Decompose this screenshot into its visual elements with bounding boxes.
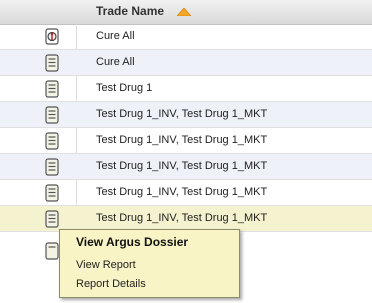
table-row[interactable]: Test Drug 1_INV, Test Drug 1_MKT	[0, 102, 372, 128]
document-icon[interactable]	[44, 80, 60, 98]
document-icon[interactable]	[44, 132, 60, 150]
table-row[interactable]: Test Drug 1	[0, 76, 372, 102]
document-icon[interactable]	[44, 106, 60, 124]
trade-name-cell: Test Drug 1_INV, Test Drug 1_MKT	[96, 212, 268, 224]
trade-name-cell: Test Drug 1_INV, Test Drug 1_MKT	[96, 134, 268, 146]
trade-name-cell: Test Drug 1_INV, Test Drug 1_MKT	[96, 160, 268, 172]
grid-header: Trade Name	[0, 0, 372, 25]
trade-name-cell: Cure All	[96, 56, 135, 68]
sort-ascending-icon[interactable]	[177, 8, 191, 16]
document-icon[interactable]	[44, 184, 60, 202]
trade-name-cell: Test Drug 1_INV, Test Drug 1_MKT	[96, 186, 268, 198]
table-row[interactable]: Cure All	[0, 24, 372, 50]
document-icon[interactable]	[44, 54, 60, 72]
table-row[interactable]: Test Drug 1_INV, Test Drug 1_MKT	[0, 154, 372, 180]
document-icon[interactable]	[44, 158, 60, 176]
menu-item-report-details[interactable]: Report Details	[76, 278, 146, 290]
menu-item-view-argus-dossier[interactable]: View Argus Dossier	[76, 235, 188, 249]
trade-name-column-header[interactable]: Trade Name	[96, 4, 164, 18]
menu-item-view-report[interactable]: View Report	[76, 259, 136, 271]
table-row[interactable]: Test Drug 1_INV, Test Drug 1_MKT	[0, 128, 372, 154]
document-icon	[45, 242, 59, 260]
context-menu: View Argus Dossier View Report Report De…	[59, 229, 240, 298]
trade-name-cell: Test Drug 1	[96, 82, 153, 94]
table-row[interactable]: Test Drug 1_INV, Test Drug 1_MKT	[0, 180, 372, 206]
table-row[interactable]: Cure All	[0, 50, 372, 76]
trade-name-cell: Test Drug 1_INV, Test Drug 1_MKT	[96, 108, 268, 120]
sticky-pin-icon[interactable]	[44, 28, 60, 46]
document-icon[interactable]	[44, 210, 60, 228]
trade-name-cell: Cure All	[96, 30, 135, 42]
